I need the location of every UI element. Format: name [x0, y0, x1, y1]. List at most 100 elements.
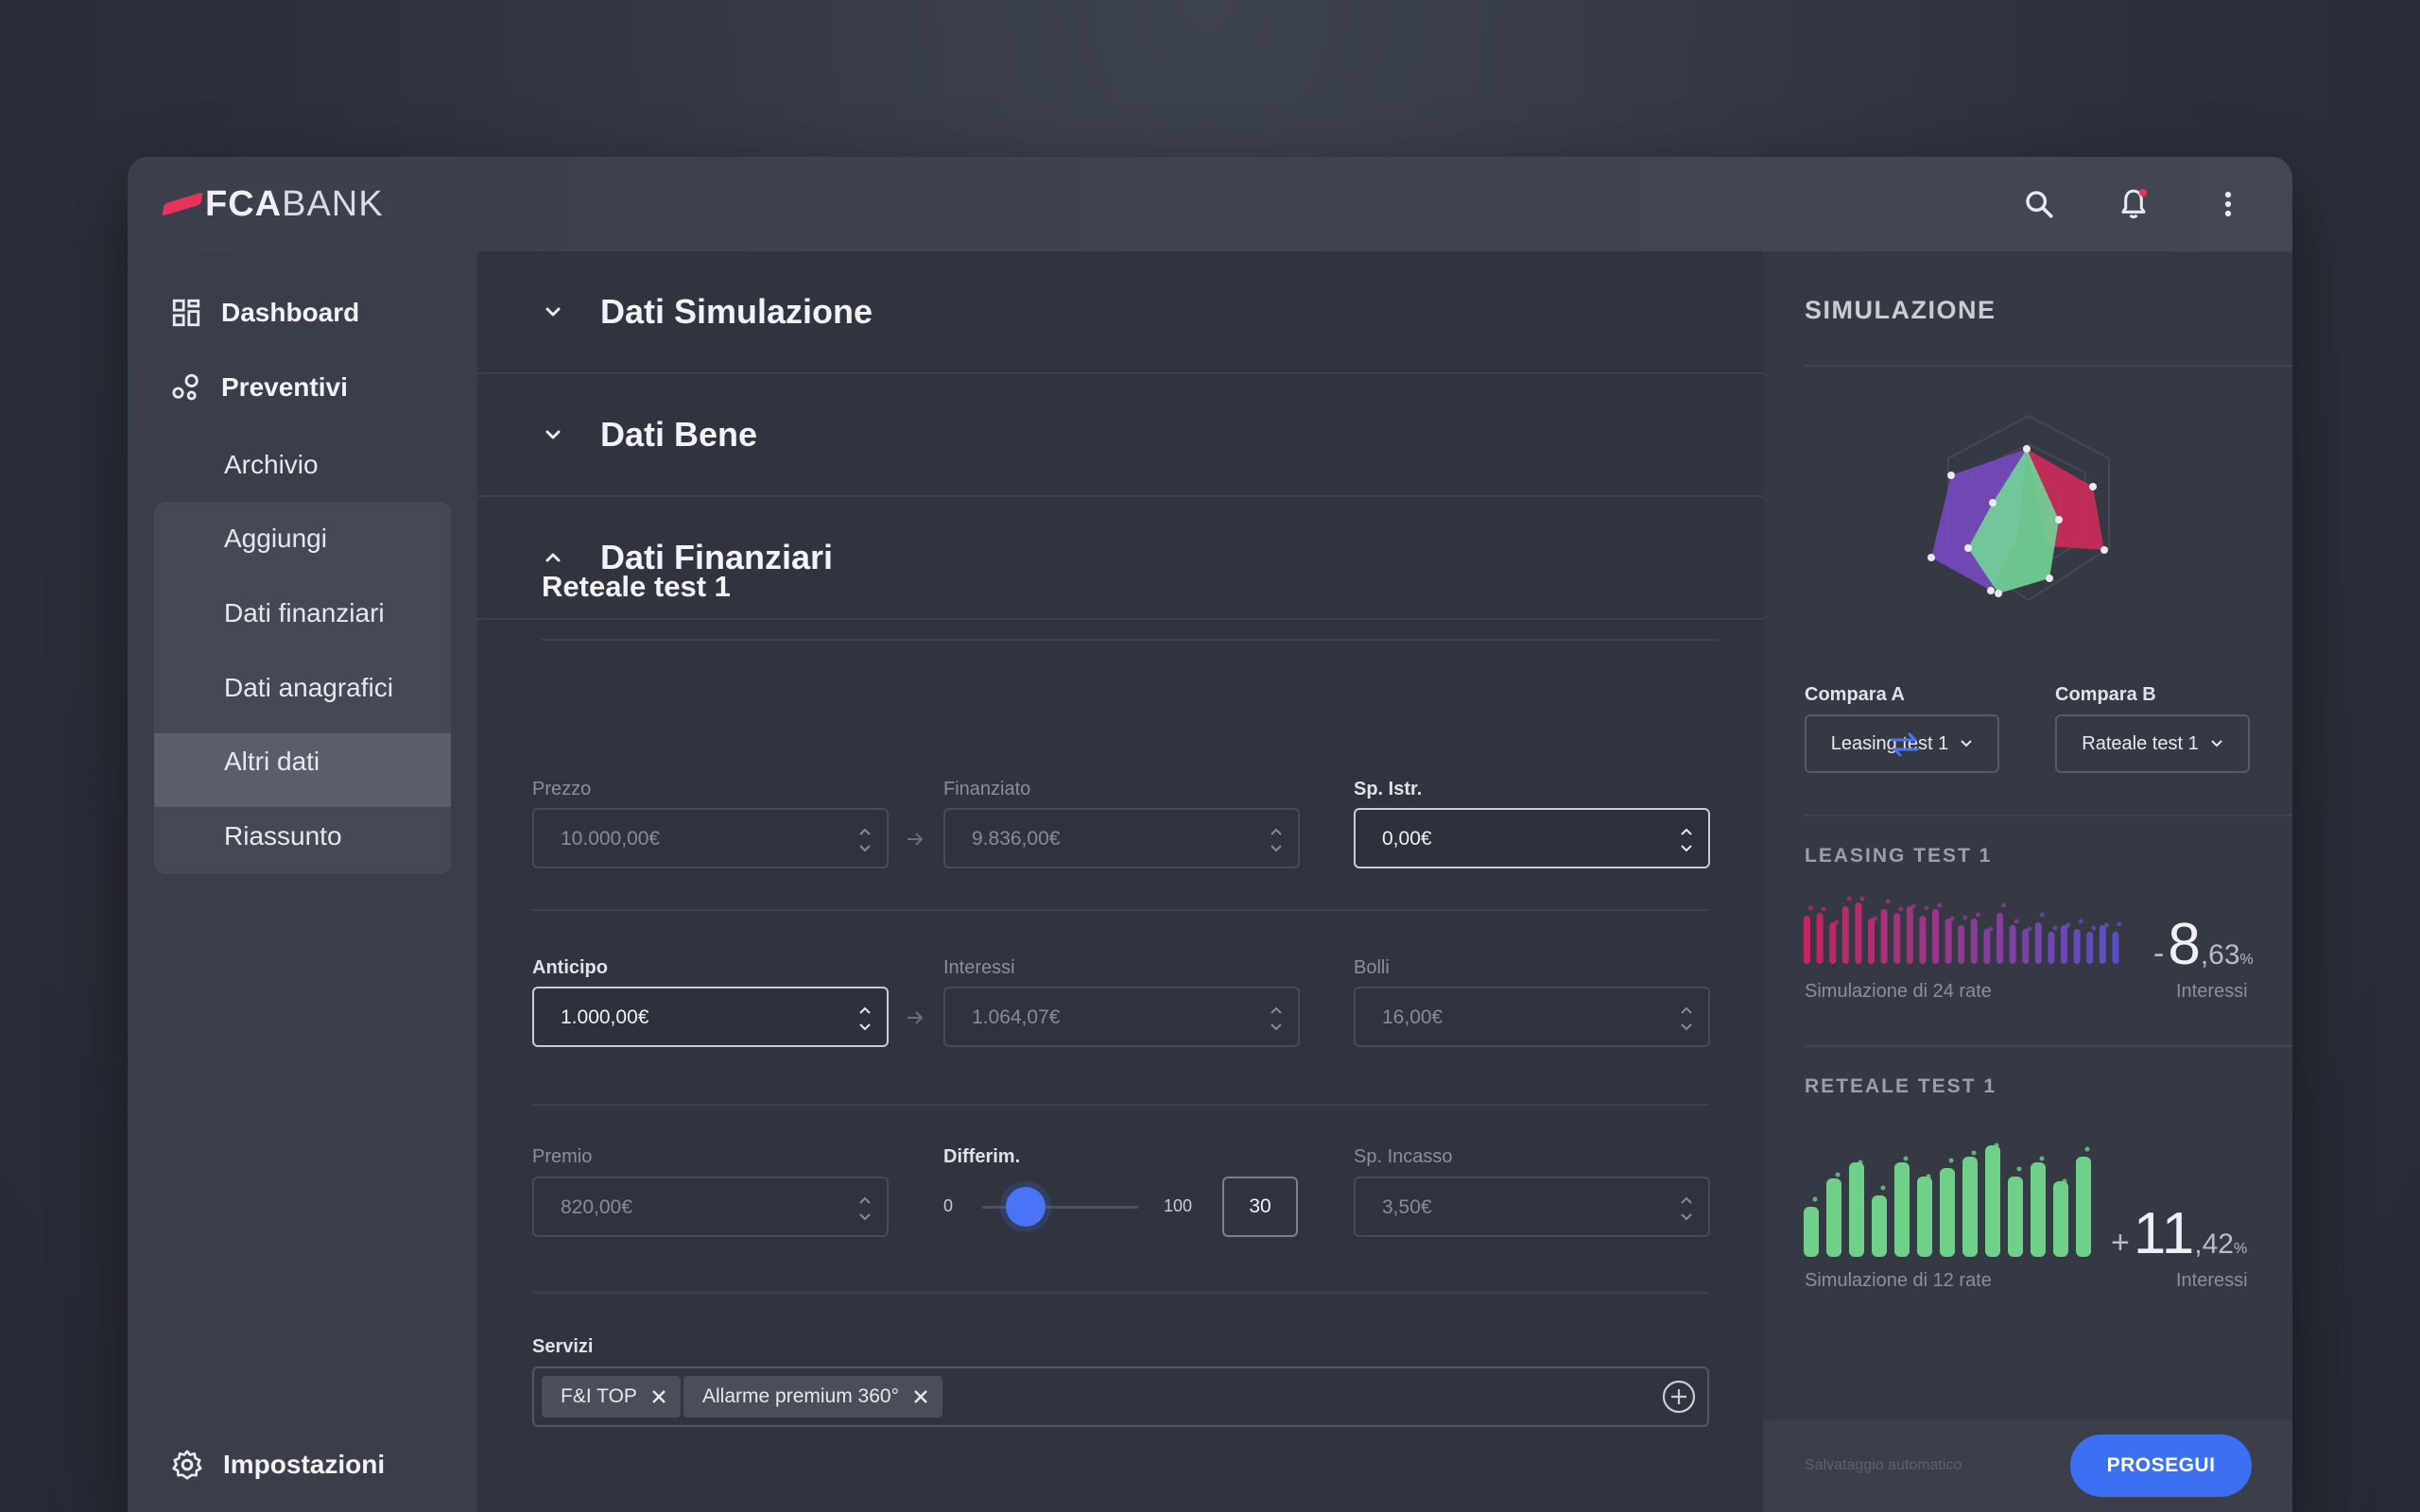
close-icon[interactable] [912, 1388, 929, 1405]
chevron-up-icon [545, 553, 561, 562]
divider [532, 1104, 1709, 1106]
stepper-icon[interactable] [858, 1190, 872, 1228]
reteale-bar [1826, 1178, 1841, 1257]
premio-label: Premio [532, 1146, 593, 1167]
arrow-right-icon [908, 833, 924, 846]
chevron-down-icon [545, 307, 561, 317]
swap-icon[interactable] [1889, 730, 1921, 759]
sidebar-item-preventivi[interactable]: Preventivi [170, 371, 348, 404]
bolli-value: 16,00€ [1382, 1006, 1443, 1028]
bell-icon[interactable] [2115, 185, 2152, 223]
sidebar-subitem-dati-finanziari[interactable]: Dati finanziari [224, 598, 385, 628]
sidebar-item-impostazioni[interactable]: Impostazioni [170, 1448, 385, 1482]
compara-b-value: Rateale test 1 [2082, 732, 2199, 754]
leasing-bar [1945, 919, 1952, 964]
leasing-dot [1962, 915, 1968, 920]
sp-incasso-field[interactable]: 3,50€ [1354, 1177, 1710, 1237]
leasing-dot [1885, 899, 1891, 904]
leasing-bar-chart [1804, 896, 2122, 964]
leasing-bar [2034, 922, 2042, 964]
autosave-label: Salvataggio automatico [1805, 1457, 1962, 1473]
leasing-bar [2022, 929, 2030, 964]
reteale-bar [2076, 1157, 2091, 1257]
reteale-bar [1894, 1162, 1910, 1257]
close-icon[interactable] [650, 1388, 667, 1405]
leasing-dot [1975, 912, 1980, 918]
chip-fi-top[interactable]: F&I TOP [542, 1376, 681, 1418]
compara-b-select[interactable]: Rateale test 1 [2055, 714, 2250, 773]
leasing-int: 8 [2168, 912, 2201, 977]
leasing-dot [2103, 922, 2109, 928]
more-vertical-icon[interactable] [2209, 185, 2247, 223]
compara-b-label: Compara B [2055, 684, 2156, 705]
differim-label: Differim. [943, 1146, 1021, 1167]
divider [532, 909, 1709, 911]
finanziato-label: Finanziato [943, 779, 1031, 799]
accordion-dati-simulazione[interactable]: Dati Simulazione [477, 251, 1763, 374]
stepper-icon[interactable] [1270, 821, 1283, 859]
divider [1805, 1045, 2292, 1047]
stepper-icon[interactable] [1680, 821, 1693, 859]
stepper-icon[interactable] [858, 1000, 872, 1038]
bolli-field[interactable]: 16,00€ [1354, 987, 1710, 1047]
interessi-field[interactable]: 1.064,07€ [943, 987, 1300, 1047]
arrow-right-icon [908, 1011, 924, 1024]
prosegui-button[interactable]: PROSEGUI [2070, 1435, 2252, 1497]
sidebar-subitem-aggiungi[interactable]: Aggiungi [224, 524, 327, 554]
prezzo-field[interactable]: 10.000,00€ [532, 808, 889, 868]
leasing-dot [2027, 926, 2032, 932]
radar-chart [1927, 414, 2110, 602]
reteale-dot [1971, 1150, 1977, 1156]
finanziato-field[interactable]: 9.836,00€ [943, 808, 1300, 868]
interessi-value: 1.064,07€ [972, 1006, 1061, 1028]
leasing-bar [1829, 922, 1837, 964]
accordion-title: Dati Simulazione [600, 292, 873, 331]
leasing-bar [2061, 925, 2067, 964]
reteale-dot [1926, 1174, 1931, 1179]
leasing-bar [1919, 916, 1927, 964]
stepper-icon[interactable] [1680, 1000, 1693, 1038]
stepper-icon[interactable] [1680, 1190, 1693, 1228]
sidebar-subitem-archivio[interactable]: Archivio [224, 450, 319, 480]
add-circle-icon[interactable] [1662, 1380, 1696, 1414]
servizi-chips-field[interactable]: F&I TOP Allarme premium 360° [532, 1366, 1709, 1427]
sp-istr-field[interactable]: 0,00€ [1354, 808, 1710, 868]
premio-field[interactable]: 820,00€ [532, 1177, 889, 1237]
chevron-down-icon [2210, 740, 2222, 747]
stepper-icon[interactable] [1270, 1000, 1283, 1038]
leasing-bar [1996, 913, 2003, 964]
reteale-dot [1812, 1196, 1818, 1202]
finanziato-value: 9.836,00€ [972, 828, 1061, 850]
leasing-bar [1804, 916, 1810, 964]
leasing-note: Simulazione di 24 rate [1805, 981, 1992, 1002]
sidebar-subitem-altri-dati[interactable]: Altri dati [224, 747, 320, 777]
search-icon[interactable] [2020, 185, 2058, 223]
fca-bank-logo[interactable]: FCABANK [162, 184, 384, 224]
reteale-dec: ,42 [2194, 1228, 2234, 1260]
gear-icon [172, 1450, 202, 1480]
leasing-dot [1821, 906, 1826, 912]
leasing-dec: ,63 [2200, 939, 2240, 971]
chip-allarme-premium[interactable]: Allarme premium 360° [683, 1376, 942, 1418]
prezzo-label: Prezzo [532, 779, 592, 799]
accordion-dati-bene[interactable]: Dati Bene [477, 374, 1763, 497]
anticipo-value: 1.000,00€ [561, 1006, 649, 1028]
sidebar-subitem-riassunto[interactable]: Riassunto [224, 821, 342, 851]
leasing-bar [2009, 925, 2016, 964]
differim-slider-thumb[interactable] [1006, 1187, 1046, 1227]
reteale-dot [1903, 1156, 1909, 1161]
sidebar-item-dashboard[interactable]: Dashboard [170, 297, 359, 329]
differim-value-input[interactable]: 30 [1222, 1177, 1298, 1237]
divider [1805, 815, 2292, 816]
leasing-bar [1958, 925, 1965, 964]
leasing-bar [1855, 902, 1862, 964]
chip-label: Allarme premium 360° [702, 1385, 899, 1407]
leasing-dot [2039, 912, 2045, 918]
leasing-bar [1841, 906, 1849, 964]
stepper-icon[interactable] [858, 821, 872, 859]
anticipo-field[interactable]: 1.000,00€ [532, 987, 889, 1047]
leasing-dot [2091, 925, 2097, 931]
reteale-bar [1940, 1168, 1955, 1257]
sidebar-subitem-dati-anagrafici[interactable]: Dati anagrafici [224, 673, 393, 703]
reteale-dot [1858, 1160, 1863, 1165]
